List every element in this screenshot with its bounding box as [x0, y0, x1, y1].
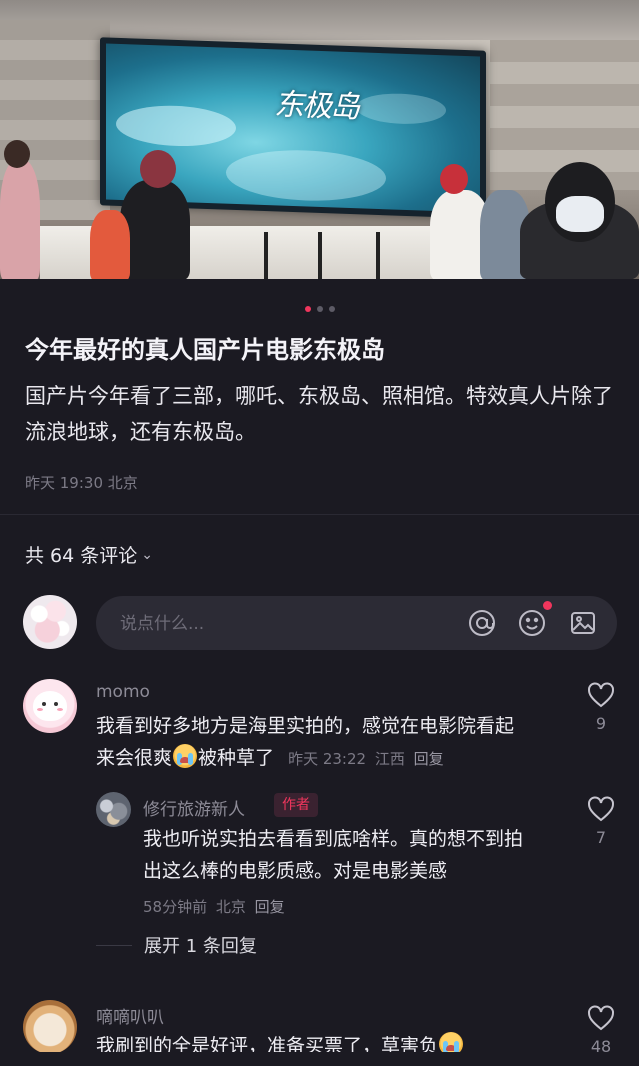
photo-head	[140, 150, 176, 188]
heart-icon	[588, 682, 614, 708]
author-badge: 作者	[274, 793, 318, 817]
comment-text-part: 来会很爽	[96, 747, 173, 769]
comment-meta: 昨天 23:22 江西 回复	[288, 743, 448, 775]
bottom-edge	[0, 1052, 639, 1066]
expand-replies-label: 展开 1 条回复	[144, 936, 257, 957]
notification-dot	[543, 601, 552, 610]
chevron-down-icon: ⌄	[141, 546, 153, 563]
comment-time: 58分钟前	[143, 898, 208, 916]
avatar-cheek	[57, 708, 63, 711]
poster-title: 东极岛	[274, 87, 358, 126]
photo-person	[120, 180, 190, 279]
carousel-dot	[328, 306, 335, 312]
like-count: 9	[595, 714, 607, 733]
heart-icon	[588, 796, 614, 822]
comment-count-label: 共 64 条评论	[25, 545, 138, 567]
avatar-cheek	[37, 708, 43, 711]
expand-line	[96, 944, 132, 946]
photo-head	[440, 164, 468, 194]
photo-wave	[356, 92, 446, 126]
heart-icon	[588, 1005, 614, 1031]
comment-username[interactable]: 修行旅游新人	[143, 795, 245, 820]
comment-text: 我也听说实拍去看看到底啥样。真的想不到拍 出这么棒的电影质感。对是电影美感	[143, 823, 573, 887]
comment-text-line: 我也听说实拍去看看到底啥样。真的想不到拍	[143, 828, 524, 850]
avatar[interactable]	[23, 595, 77, 649]
avatar[interactable]	[23, 679, 77, 733]
comment-text-part: 被种草了	[198, 747, 275, 769]
comment-text-line: 出这么棒的电影质感。对是电影美感	[143, 860, 448, 882]
post-title: 今年最好的真人国产片电影东极岛	[25, 336, 385, 364]
comment-text-line: 我看到好多地方是海里实拍的，感觉在电影院看起	[96, 715, 515, 737]
photo-post	[376, 232, 380, 279]
comment-meta: 58分钟前 北京 回复	[143, 896, 289, 917]
at-icon[interactable]	[467, 608, 497, 638]
comment-username[interactable]: 嘀嘀叭叭	[96, 1003, 164, 1028]
like-count: 7	[595, 828, 607, 847]
post-body: 国产片今年看了三部，哪吒、东极岛、照相馆。特效真人片除了流浪地球，还有东极岛。	[25, 384, 613, 444]
image-icon[interactable]	[568, 608, 598, 638]
comment-time: 昨天 23:22	[288, 750, 367, 768]
emoji-icon[interactable]	[517, 608, 547, 638]
photo-person	[0, 160, 40, 279]
comment-input[interactable]	[118, 596, 452, 652]
avatar-face	[33, 691, 67, 721]
like-button[interactable]: 48	[586, 1005, 616, 1056]
like-button[interactable]: 7	[586, 796, 616, 847]
reply-button[interactable]: 回复	[414, 750, 444, 768]
photo-head	[4, 140, 30, 168]
carousel-dot	[304, 306, 311, 312]
comment-location: 江西	[374, 750, 405, 768]
avatar-eye	[54, 702, 58, 706]
comment-count-sort[interactable]: 共 64 条评论 ⌄	[25, 541, 153, 568]
photo-person	[90, 210, 130, 279]
crying-emoji-icon	[173, 744, 198, 768]
photo-wave	[226, 147, 386, 204]
comment-location: 北京	[215, 898, 246, 916]
photo-post	[264, 232, 268, 279]
divider	[0, 514, 639, 515]
avatar-eye	[42, 702, 46, 706]
photo-mask	[556, 196, 604, 232]
carousel-indicator	[0, 306, 639, 312]
post-image-carousel[interactable]: 东极岛	[0, 0, 639, 279]
comment-text: 我看到好多地方是海里实拍的，感觉在电影院看起 来会很爽 被种草了 昨天 23:22…	[96, 710, 566, 775]
post-meta: 昨天 19:30 北京	[25, 474, 138, 492]
like-button[interactable]: 9	[586, 682, 616, 733]
reply-button[interactable]: 回复	[255, 898, 285, 916]
photo-wave	[116, 103, 236, 149]
avatar[interactable]	[23, 1000, 77, 1054]
expand-replies-button[interactable]: 展开 1 条回复	[96, 932, 257, 958]
comment-input-box[interactable]	[96, 596, 617, 652]
photo-post	[318, 232, 322, 279]
carousel-dot	[316, 306, 323, 312]
comment-username[interactable]: momo	[96, 682, 150, 702]
avatar[interactable]	[96, 792, 131, 827]
